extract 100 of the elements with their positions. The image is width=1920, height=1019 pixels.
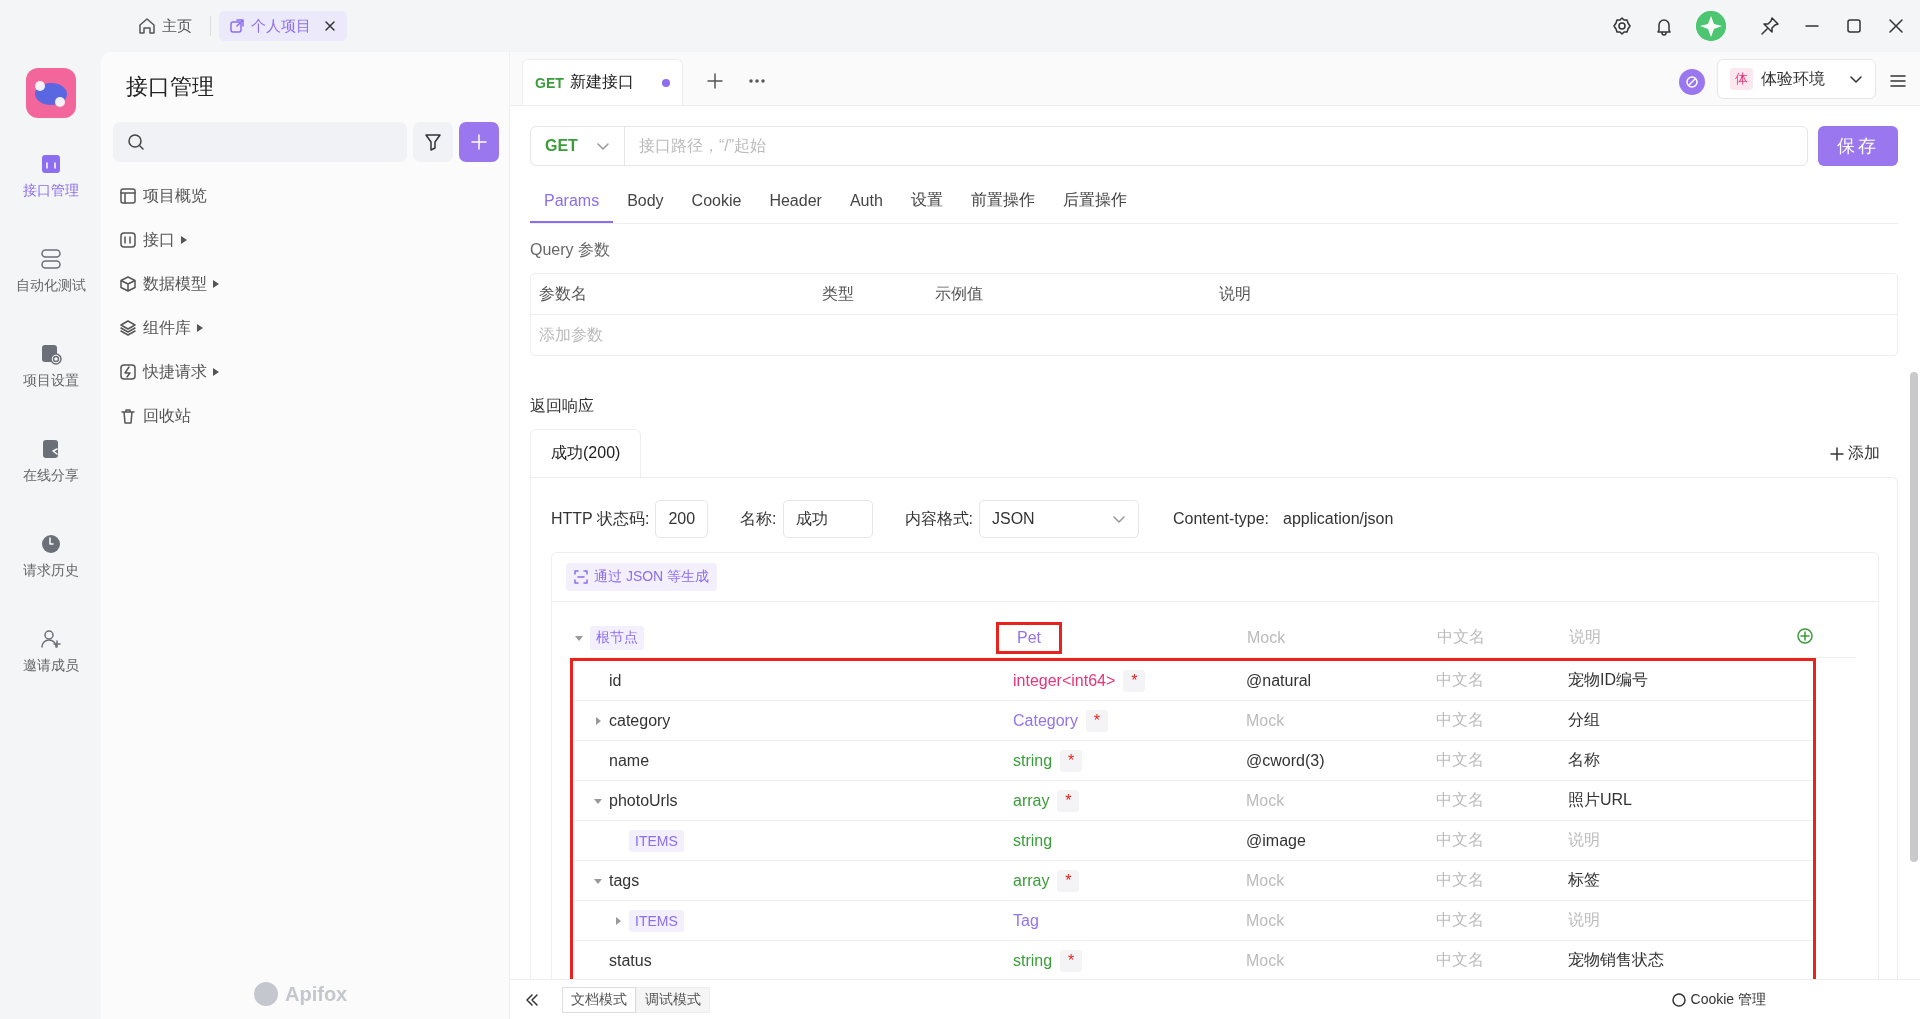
trash-icon	[119, 407, 137, 425]
caret-icon	[181, 236, 187, 244]
link-icon	[229, 18, 245, 34]
maximize-icon[interactable]	[1844, 16, 1864, 36]
section-title: Query 参数	[530, 240, 611, 260]
lightning-icon	[119, 363, 137, 381]
caret-icon	[213, 368, 219, 376]
cookie-button[interactable]: Cookie 管理	[1665, 989, 1772, 1010]
close-icon[interactable]	[1886, 16, 1906, 36]
response-tab[interactable]: 成功(200)	[530, 429, 642, 477]
node-badge: ITEMS	[629, 909, 684, 932]
required-mark[interactable]: *	[1060, 949, 1083, 972]
description-value[interactable]: 名称	[1568, 751, 1600, 768]
field-name: name	[609, 751, 650, 770]
required-mark[interactable]: *	[1060, 749, 1083, 772]
status-code-field[interactable]: 200	[655, 500, 709, 538]
method-label: GET	[535, 74, 564, 91]
rail-item[interactable]: 接口管理	[0, 138, 101, 233]
environment-select[interactable]: 体 体验环境	[1717, 59, 1876, 99]
tree-item[interactable]: 项目概览	[113, 174, 213, 218]
column-header: 类型	[822, 283, 855, 304]
type-label[interactable]: Pet	[1017, 628, 1041, 646]
request-tab[interactable]: Header	[755, 180, 836, 223]
mode-tab[interactable]: 调试模式	[636, 986, 710, 1013]
rail-item[interactable]: 邀请成员	[0, 613, 101, 708]
description-value[interactable]: 分组	[1568, 711, 1600, 728]
required-mark[interactable]: *	[1057, 789, 1080, 812]
description-value[interactable]: 宠物ID编号	[1568, 671, 1648, 688]
mock-value[interactable]: @cword(3)	[1246, 751, 1325, 769]
field-label: 内容格式:	[904, 508, 973, 529]
settings-icon[interactable]	[1612, 16, 1632, 36]
collapse-icon[interactable]	[524, 991, 540, 1008]
pin-icon[interactable]	[1760, 16, 1780, 36]
type-label[interactable]: string	[1013, 951, 1053, 970]
required-mark[interactable]: *	[1123, 669, 1146, 692]
description-value[interactable]: 宠物销售状态	[1568, 951, 1664, 968]
mode-tab[interactable]: 文档模式	[562, 986, 636, 1013]
type-label[interactable]: array	[1013, 871, 1050, 890]
field-name: photoUrls	[609, 791, 678, 810]
plus-icon[interactable]	[704, 71, 725, 91]
panel-title: 接口管理	[126, 73, 215, 101]
mock-value[interactable]: @natural	[1246, 671, 1312, 689]
caret-icon[interactable]	[613, 915, 623, 926]
type-label[interactable]: integer<int64>	[1013, 671, 1116, 690]
request-tab[interactable]: 后置操作	[1048, 180, 1141, 223]
filter-button[interactable]	[413, 122, 453, 162]
request-tab[interactable]: Cookie	[677, 180, 756, 223]
caret-icon	[197, 324, 203, 332]
content-type-value: application/json	[1283, 510, 1394, 528]
type-label[interactable]: Category	[1013, 711, 1078, 730]
rail-item[interactable]: 在线分享	[0, 423, 101, 518]
required-mark[interactable]: *	[1085, 709, 1108, 732]
required-mark[interactable]: *	[1057, 869, 1080, 892]
window-tab[interactable]: 个人项目	[219, 11, 347, 41]
bell-icon[interactable]	[1654, 16, 1674, 36]
close-icon[interactable]	[323, 19, 337, 33]
description-value[interactable]: 照片URL	[1568, 791, 1632, 808]
type-label[interactable]: Tag	[1013, 911, 1039, 930]
type-label[interactable]: string	[1013, 751, 1053, 770]
request-tab[interactable]: 设置	[896, 180, 957, 223]
scrollbar[interactable]	[1910, 372, 1918, 862]
node-badge: 根节点	[590, 625, 644, 650]
search-field[interactable]	[113, 122, 407, 162]
tree-item[interactable]: 组件库	[113, 306, 209, 350]
column-header: 说明	[1219, 283, 1252, 304]
rail-item[interactable]: 请求历史	[0, 518, 101, 613]
rail-item[interactable]: 自动化测试	[0, 233, 101, 328]
caret-icon	[213, 280, 219, 288]
url-field[interactable]: GET 接口路径，“/”起始	[530, 126, 1808, 166]
add-circle-icon[interactable]	[1796, 626, 1814, 645]
mock-value[interactable]: @image	[1246, 831, 1306, 849]
name-field[interactable]: 成功	[782, 500, 873, 538]
add-user-icon	[38, 627, 63, 651]
caret-icon[interactable]	[593, 715, 603, 726]
format-select[interactable]: JSON	[979, 500, 1139, 538]
tree-item[interactable]: 数据模型	[113, 262, 225, 306]
add-response-button[interactable]: 添加	[1824, 442, 1886, 465]
type-label[interactable]: string	[1013, 831, 1053, 850]
type-label[interactable]: array	[1013, 791, 1050, 810]
field-label: Content-type:	[1173, 510, 1270, 528]
add-button[interactable]	[459, 122, 499, 162]
cube-icon	[119, 275, 137, 293]
rail-item[interactable]: 项目设置	[0, 328, 101, 423]
tree-item[interactable]: 快捷请求	[113, 350, 225, 394]
layers-icon	[119, 319, 137, 337]
request-tab[interactable]: Body	[613, 180, 678, 223]
scan-icon	[574, 570, 588, 584]
sliders-icon	[119, 231, 137, 249]
method-select[interactable]: GET	[531, 127, 625, 165]
description-value[interactable]: 标签	[1568, 871, 1600, 888]
generate-button[interactable]: 通过 JSON 等生成	[566, 563, 718, 591]
request-tab[interactable]: Auth	[835, 180, 897, 223]
request-tab[interactable]: 前置操作	[956, 180, 1049, 223]
tree-item[interactable]: 接口	[113, 218, 193, 262]
tree-item[interactable]: 回收站	[113, 394, 197, 438]
save-button[interactable]: 保存	[1818, 126, 1898, 166]
avatar[interactable]	[1696, 11, 1726, 41]
editor-tab[interactable]: GET 新建接口	[522, 59, 683, 105]
request-tab[interactable]: Params	[530, 180, 614, 223]
window-tab[interactable]: 主页	[128, 11, 202, 41]
